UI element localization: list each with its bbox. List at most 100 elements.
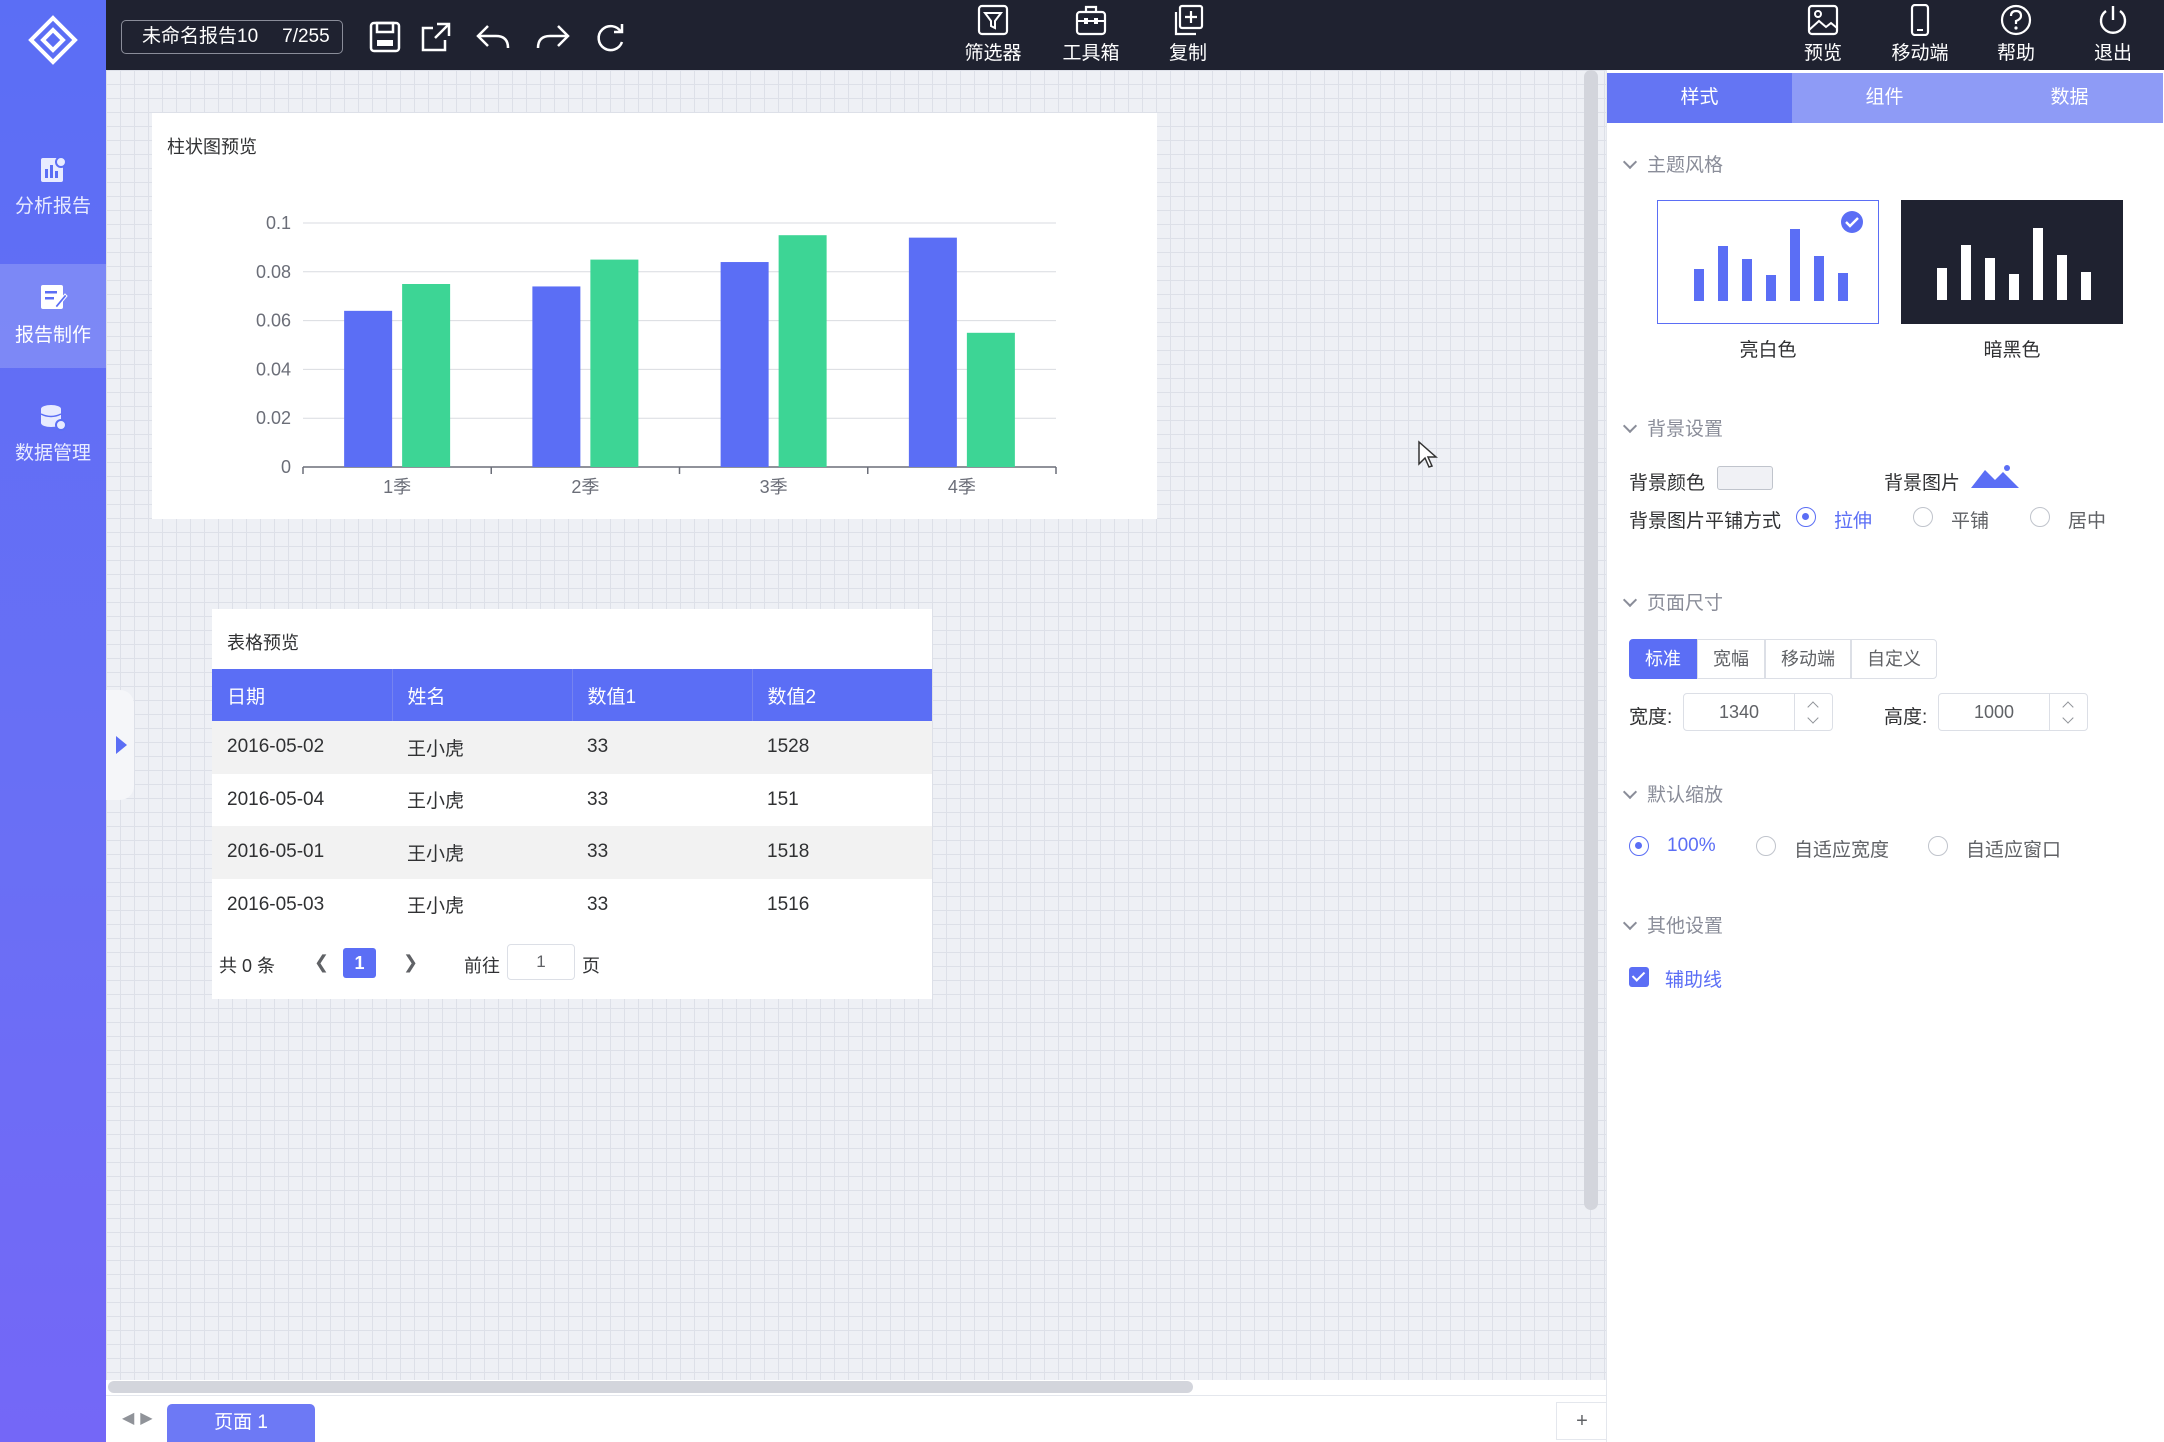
table-row[interactable]: 2016-05-04 王小虎 33 151 (212, 774, 932, 827)
sidebar-item-data-manage[interactable]: 数据管理 (0, 392, 106, 496)
document-name: 未命名报告10 (142, 26, 259, 47)
preview-label: 预览 (1803, 43, 1842, 64)
tab-data[interactable]: 数据 (1977, 73, 2162, 123)
theme-light-card[interactable] (1657, 200, 1879, 324)
bar-chart-widget[interactable]: 柱状图预览 0 0.02 0.04 0.06 0.08 0.1 1季 2季 3季 4季 (152, 113, 1157, 519)
table-widget[interactable]: 表格预览 日期 姓名 数值1 数值2 2016-05-02 王小虎 33 152… (212, 609, 932, 999)
guide-line-label[interactable]: 辅助线 (1665, 965, 1722, 992)
table-cell: 1518 (752, 826, 932, 879)
x-tick-label: 1季 (383, 477, 411, 497)
collapse-toggle[interactable] (106, 690, 134, 800)
bar (402, 284, 451, 467)
column-header[interactable]: 数值2 (752, 669, 932, 721)
stepper-arrows[interactable] (2049, 694, 2087, 730)
chevron-up-icon[interactable] (1807, 701, 1819, 713)
table-cell: 33 (587, 893, 609, 915)
table-row[interactable]: 2016-05-03 王小虎 33 1516 (212, 879, 932, 932)
zoom-option-label[interactable]: 自适应宽度 (1794, 835, 1889, 862)
copy-button[interactable]: 复制 (1143, 4, 1233, 66)
page-number-button[interactable]: 1 (343, 948, 376, 978)
section-other[interactable]: 其他设置 (1622, 911, 1723, 938)
mouse-cursor-icon (1418, 440, 1438, 468)
table-cell: 王小虎 (392, 721, 572, 774)
y-tick-label: 0.1 (266, 213, 291, 233)
mountain-image-icon[interactable] (1969, 464, 2021, 490)
goto-label: 前往 (464, 956, 500, 976)
section-zoom[interactable]: 默认缩放 (1622, 780, 1723, 807)
section-page-size[interactable]: 页面尺寸 (1622, 588, 1723, 615)
section-theme[interactable]: 主题风格 (1622, 150, 1723, 177)
vertical-scrollbar[interactable] (1584, 70, 1598, 1210)
preview-button[interactable]: 预览 (1778, 4, 1868, 66)
column-header[interactable]: 日期 (212, 669, 393, 721)
next-page-icon[interactable]: ❯ (403, 952, 418, 973)
column-header[interactable]: 姓名 (392, 669, 573, 721)
height-value[interactable]: 1000 (1939, 694, 2049, 730)
theme-dark-card[interactable] (1901, 200, 2123, 324)
mobile-button[interactable]: 移动端 (1875, 4, 1965, 66)
exit-button[interactable]: 退出 (2068, 4, 2158, 66)
document-title-field[interactable]: 未命名报告10 7/255 (121, 20, 343, 54)
table-row[interactable]: 2016-05-02 王小虎 33 1528 (212, 721, 932, 774)
theme-light-label: 亮白色 (1739, 340, 1797, 361)
chevron-down-icon[interactable] (1807, 712, 1819, 724)
bg-color-picker[interactable] (1717, 466, 1773, 490)
tile-stretch-radio[interactable] (1796, 507, 1816, 527)
width-value[interactable]: 1340 (1684, 694, 1794, 730)
left-sidebar: 分析报告 报告制作 数据管理 (0, 0, 106, 1442)
column-header[interactable]: 数值1 (572, 669, 753, 721)
bar (344, 310, 393, 467)
zoom-option-label[interactable]: 自适应窗口 (1966, 835, 2061, 862)
zoom-100-radio[interactable] (1629, 836, 1649, 856)
table-row[interactable]: 2016-05-01 王小虎 33 1518 (212, 826, 932, 879)
tile-repeat-radio[interactable] (1913, 507, 1933, 527)
bar-chart: 0 0.02 0.04 0.06 0.08 0.1 1季 2季 3季 4季 (256, 213, 1057, 497)
app-logo-icon[interactable] (27, 14, 79, 66)
y-tick-label: 0.08 (256, 262, 291, 282)
filter-button[interactable]: 筛选器 (948, 4, 1038, 66)
prev-page-icon[interactable]: ❮ (314, 952, 329, 973)
pagination-total: 共 0 条 (219, 956, 276, 976)
goto-page-input[interactable]: 1 (507, 944, 575, 980)
horizontal-scrollbar[interactable] (108, 1381, 1193, 1393)
chevron-up-icon[interactable] (2062, 701, 2074, 713)
size-mobile-button[interactable]: 移动端 (1765, 639, 1851, 679)
zoom-fit-window-radio[interactable] (1928, 836, 1948, 856)
tile-option-label[interactable]: 平铺 (1951, 506, 1989, 533)
height-stepper[interactable]: 1000 (1938, 693, 2088, 731)
section-background[interactable]: 背景设置 (1622, 414, 1723, 441)
y-tick-label: 0.02 (256, 408, 291, 428)
bg-image-label: 背景图片 (1884, 473, 1961, 494)
undo-icon[interactable] (474, 18, 512, 56)
filter-icon (977, 4, 1009, 36)
sidebar-item-analysis-report[interactable]: 分析报告 (0, 145, 106, 249)
toolbox-button[interactable]: 工具箱 (1046, 4, 1136, 66)
chevron-down-icon[interactable] (2062, 712, 2074, 724)
tile-option-label[interactable]: 居中 (2068, 506, 2106, 533)
help-button[interactable]: 帮助 (1971, 4, 2061, 66)
refresh-icon[interactable] (591, 18, 629, 56)
tile-center-radio[interactable] (2030, 507, 2050, 527)
zoom-option-label[interactable]: 100% (1667, 835, 1716, 857)
redo-icon[interactable] (534, 18, 572, 56)
y-tick-label: 0 (281, 457, 291, 477)
size-wide-button[interactable]: 宽幅 (1697, 639, 1765, 679)
tab-components[interactable]: 组件 (1792, 73, 1977, 123)
width-stepper[interactable]: 1340 (1683, 693, 1833, 731)
guide-line-checkbox[interactable] (1629, 967, 1649, 987)
save-icon[interactable] (366, 18, 404, 56)
tab-style[interactable]: 样式 (1607, 73, 1792, 123)
export-icon[interactable] (417, 18, 455, 56)
size-custom-button[interactable]: 自定义 (1851, 639, 1937, 679)
help-question-icon (2000, 4, 2032, 36)
page-tab[interactable]: 页面 1 (167, 1404, 315, 1442)
y-tick-label: 0.04 (256, 359, 291, 379)
stepper-arrows[interactable] (1794, 694, 1832, 730)
page-scroll-arrows-icon[interactable]: ◀▶ (122, 1408, 159, 1428)
zoom-fit-width-radio[interactable] (1756, 836, 1776, 856)
sidebar-item-report-make[interactable]: 报告制作 (0, 264, 106, 368)
tile-option-label[interactable]: 拉伸 (1834, 506, 1872, 533)
add-page-button[interactable]: + (1556, 1402, 1608, 1440)
bar (778, 235, 827, 467)
size-standard-button[interactable]: 标准 (1629, 639, 1697, 679)
